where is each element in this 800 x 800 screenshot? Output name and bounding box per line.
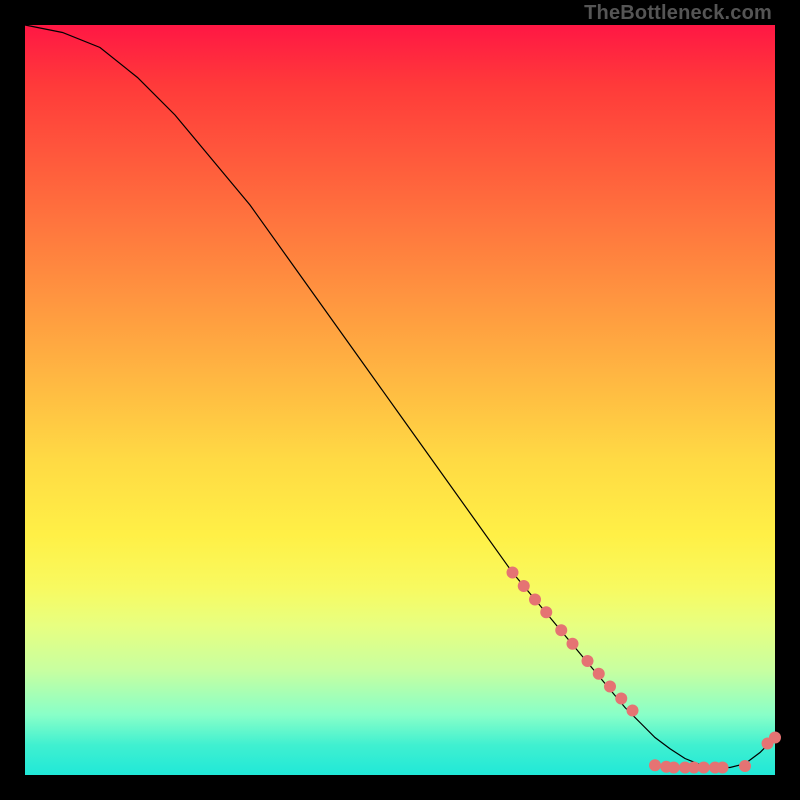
- data-marker: [593, 668, 605, 680]
- data-marker: [529, 594, 541, 606]
- data-marker: [649, 759, 661, 771]
- data-marker: [698, 762, 710, 774]
- data-marker: [582, 655, 594, 667]
- watermark-text: TheBottleneck.com: [584, 2, 772, 25]
- data-marker: [627, 705, 639, 717]
- data-marker: [555, 624, 567, 636]
- data-marker: [507, 567, 519, 579]
- data-marker: [615, 693, 627, 705]
- plot-area: [25, 25, 775, 775]
- data-marker: [668, 762, 680, 774]
- data-marker: [604, 681, 616, 693]
- data-marker: [717, 762, 729, 774]
- chart-stage: TheBottleneck.com: [0, 0, 800, 800]
- data-marker: [540, 606, 552, 618]
- data-marker: [769, 732, 781, 744]
- curve-line: [25, 25, 775, 768]
- marker-group: [507, 567, 782, 774]
- chart-svg: [25, 25, 775, 775]
- data-marker: [518, 580, 530, 592]
- data-marker: [739, 760, 751, 772]
- data-marker: [567, 638, 579, 650]
